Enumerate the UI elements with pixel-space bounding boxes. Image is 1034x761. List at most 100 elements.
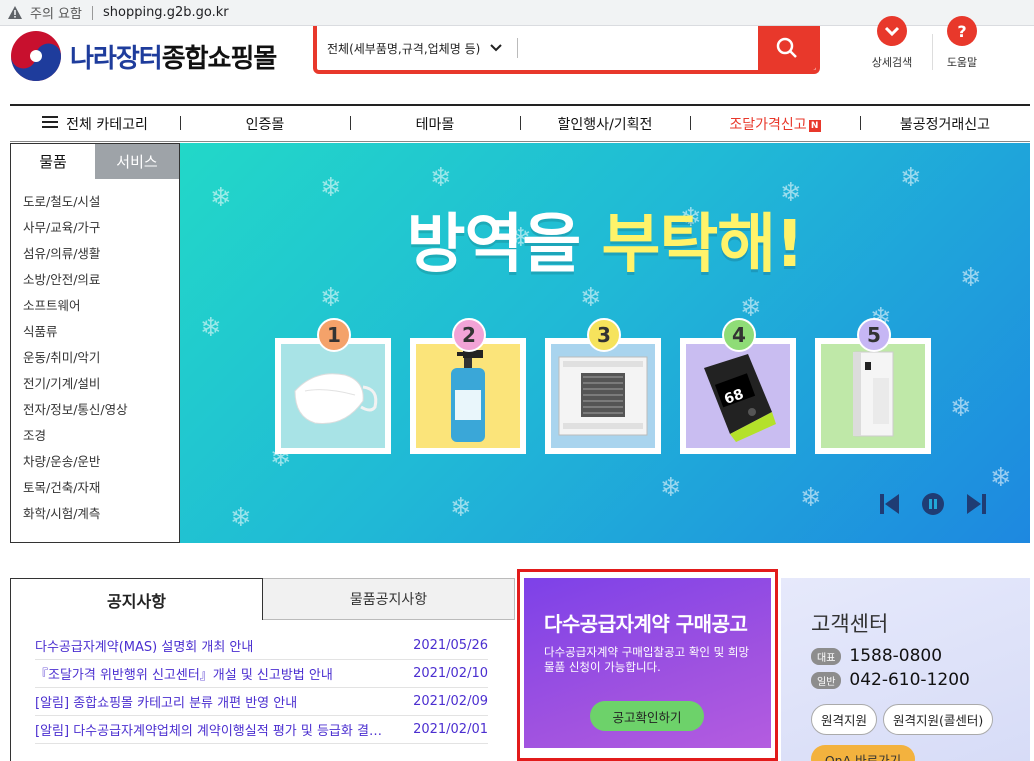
snowflake-icon: ❄ <box>950 393 972 423</box>
nav-all-categories-label: 전체 카테고리 <box>66 117 148 133</box>
nav-discount-events[interactable]: 할인행사/기획전 <box>520 114 690 134</box>
banner-product-2[interactable]: 2 <box>410 318 526 454</box>
product-1-bg <box>281 344 385 448</box>
notice-panel: 공지사항 물품공지사항 다수공급자계약(MAS) 설명회 개최 안내 2021/0… <box>10 578 515 761</box>
remote-support-callcenter-button[interactable]: 원격지원(콜센터) <box>883 704 994 735</box>
product-2-bg <box>416 344 520 448</box>
site-logo[interactable]: 나라장터종합쇼핑몰 <box>10 30 278 82</box>
qna-button[interactable]: QnA 바로가기 <box>811 745 915 761</box>
category-item[interactable]: 섬유/의류/생활 <box>23 241 179 267</box>
sanitizer-icon <box>451 350 485 442</box>
nav-all-categories[interactable]: 전체 카테고리 <box>10 113 180 134</box>
nav-theme-mall[interactable]: 테마몰 <box>350 114 520 134</box>
product-number-1: 1 <box>317 318 351 352</box>
category-item[interactable]: 조경 <box>23 423 179 449</box>
category-item[interactable]: 사무/교육/가구 <box>23 215 179 241</box>
security-warning-label[interactable]: 주의 요함 <box>30 3 82 22</box>
oximeter-icon: 68 <box>704 354 776 442</box>
general-phone-number: 042-610-1200 <box>849 670 970 690</box>
notice-title[interactable]: 『조달가격 위반행위 신고센터』개설 및 신고방법 안내 <box>35 664 333 683</box>
search-button[interactable] <box>758 26 816 70</box>
address-divider <box>91 5 93 20</box>
rep-phone-tag: 대표 <box>811 647 842 665</box>
banner-headline: 방역을 부탁해! <box>180 193 1030 285</box>
category-list: 도로/철도/시설 사무/교육/가구 섬유/의류/생활 소방/안전/의료 소프트웨어 식품류… <box>11 179 179 527</box>
promo-description: 다수공급자계약 구매입찰공고 확인 및 희망 물품 신청이 가능합니다. <box>544 645 750 674</box>
search-bar: 전체(세부품명,규격,업체명 등) <box>313 26 820 74</box>
banner-product-4[interactable]: 68 4 <box>680 318 796 454</box>
help-button[interactable]: ? 도움말 <box>932 16 992 70</box>
category-item[interactable]: 소방/안전/의료 <box>23 267 179 293</box>
snowflake-icon: ❄ <box>200 313 222 343</box>
next-icon[interactable] <box>966 493 986 515</box>
banner-headline-highlight: 부탁해! <box>601 208 805 282</box>
nav-discount-events-label: 할인행사/기획전 <box>557 116 653 133</box>
main-navigation: 전체 카테고리 인증몰 테마몰 할인행사/기획전 조달가격신고 N 불공정거래신고 <box>10 104 1030 142</box>
help-label: 도움말 <box>946 56 978 69</box>
mask-icon <box>294 373 378 425</box>
notice-item[interactable]: 다수공급자계약(MAS) 설명회 개최 안내 2021/05/26 <box>35 632 488 660</box>
search-input[interactable] <box>518 33 758 63</box>
banner-product-5[interactable]: 5 <box>815 318 931 454</box>
promo-title: 다수공급자계약 구매공고 <box>544 612 748 636</box>
tab-notices[interactable]: 공지사항 <box>10 578 263 620</box>
banner-product-3[interactable]: 3 <box>545 318 661 454</box>
banner-product-1[interactable]: 1 <box>275 318 391 454</box>
search-category-label: 전체(세부품명,규격,업체명 등) <box>327 41 481 56</box>
notice-title[interactable]: [알림] 다수공급자계약업체의 계약이행실적 평가 및 등급화 결… <box>35 720 382 739</box>
category-item[interactable]: 식품류 <box>23 319 179 345</box>
notice-item[interactable]: [알림] 다수공급자계약업체의 계약이행실적 평가 및 등급화 결… 2021/0… <box>35 716 488 744</box>
notice-date: 2021/02/01 <box>413 722 488 737</box>
notice-list: 다수공급자계약(MAS) 설명회 개최 안내 2021/05/26 『조달가격 위반… <box>10 620 488 761</box>
mas-purchase-promo[interactable]: 다수공급자계약 구매공고 다수공급자계약 구매입찰공고 확인 및 희망 물품 신… <box>524 578 771 748</box>
notice-title[interactable]: 다수공급자계약(MAS) 설명회 개최 안내 <box>35 636 253 655</box>
tab-goods-notices[interactable]: 물품공지사항 <box>263 578 515 620</box>
taegeuk-logo-icon <box>11 31 61 81</box>
snowflake-icon: ❄ <box>990 463 1012 493</box>
notice-item[interactable]: [알림] 종합쇼핑몰 카테고리 분류 개편 반영 안내 2021/02/09 <box>35 688 488 716</box>
product-4-bg: 68 <box>686 344 790 448</box>
category-item[interactable]: 운동/취미/악기 <box>23 345 179 371</box>
category-item[interactable]: 전자/정보/통신/영상 <box>23 397 179 423</box>
banner-controls <box>880 493 986 515</box>
category-panel: 물품 서비스 도로/철도/시설 사무/교육/가구 섬유/의류/생활 소방/안전/의료 소… <box>10 143 180 543</box>
snowflake-icon: ❄ <box>430 163 452 193</box>
product-number-4: 4 <box>722 318 756 352</box>
category-item[interactable]: 소프트웨어 <box>23 293 179 319</box>
snowflake-icon: ❄ <box>230 503 252 533</box>
check-announcement-button[interactable]: 공고확인하기 <box>590 701 704 731</box>
product-3-bg <box>551 344 655 448</box>
category-item[interactable]: 전기/기계/설비 <box>23 371 179 397</box>
tab-goods[interactable]: 물품 <box>11 144 95 179</box>
help-icon: ? <box>947 16 977 46</box>
category-item[interactable]: 차량/운송/운반 <box>23 449 179 475</box>
snowflake-icon: ❄ <box>800 483 822 513</box>
main-banner[interactable]: ❄ ❄ ❄ ❄ ❄ ❄ ❄ ❄ ❄ ❄ ❄ ❄ ❄ ❄ ❄ ❄ ❄ ❄ ❄ ❄ 방역을 부탁해! 1 2 <box>180 143 1030 543</box>
snowflake-icon: ❄ <box>660 473 682 503</box>
notice-title[interactable]: [알림] 종합쇼핑몰 카테고리 분류 개편 반영 안내 <box>35 692 297 711</box>
remote-support-button[interactable]: 원격지원 <box>811 704 878 735</box>
customer-center: 고객센터 대표 1588-0800 일반 042-610-1200 원격지원 원… <box>781 578 1030 761</box>
snowflake-icon: ❄ <box>320 283 342 313</box>
category-item[interactable]: 도로/철도/시설 <box>23 189 179 215</box>
nav-certified-mall-label: 인증몰 <box>245 116 285 133</box>
pause-icon[interactable] <box>922 493 944 515</box>
notice-item[interactable]: 『조달가격 위반행위 신고센터』개설 및 신고방법 안내 2021/02/10 <box>35 660 488 688</box>
search-category-select[interactable]: 전체(세부품명,규격,업체명 등) <box>317 40 517 57</box>
chevron-down-icon <box>490 41 503 55</box>
category-item[interactable]: 화학/시험/계측 <box>23 501 179 527</box>
tab-services[interactable]: 서비스 <box>95 144 179 179</box>
url-text[interactable]: shopping.g2b.go.kr <box>103 5 229 20</box>
nav-unfair-trade-report[interactable]: 불공정거래신고 <box>860 114 1030 134</box>
logo-text-shoppingmall: 종합쇼핑몰 <box>161 43 278 74</box>
category-item[interactable]: 토목/건축/자재 <box>23 475 179 501</box>
nav-certified-mall[interactable]: 인증몰 <box>180 114 350 134</box>
previous-icon[interactable] <box>880 493 900 515</box>
detail-search-label: 상세검색 <box>871 56 913 69</box>
snowflake-icon: ❄ <box>580 283 602 313</box>
detail-search-button[interactable]: 상세검색 <box>862 16 922 70</box>
nav-price-report[interactable]: 조달가격신고 N <box>690 114 860 134</box>
customer-center-title: 고객센터 <box>811 612 889 636</box>
product-number-2: 2 <box>452 318 486 352</box>
banner-headline-plain: 방역을 <box>406 208 602 282</box>
